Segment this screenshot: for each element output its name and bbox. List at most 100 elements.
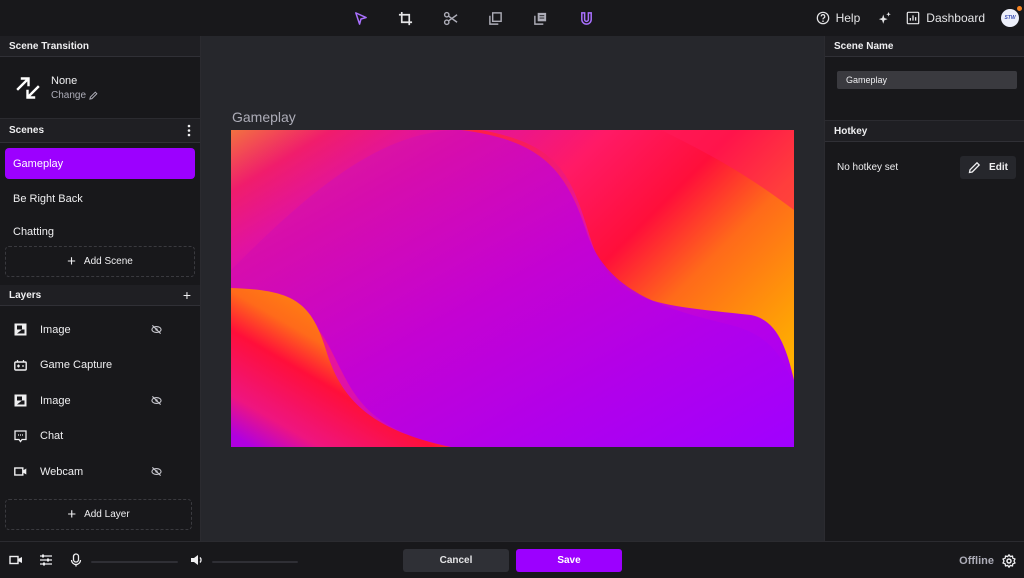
image-icon (14, 394, 27, 407)
add-layer-label: Add Layer (84, 508, 130, 520)
user-avatar[interactable]: STW (1001, 6, 1022, 27)
left-sidebar: Scene Transition None Change Scenes Game… (0, 36, 201, 541)
add-scene-label: Add Scene (83, 256, 133, 267)
transition-name: None (51, 74, 78, 87)
crop-tool-button[interactable] (396, 9, 414, 27)
layer-item-image[interactable]: Image (0, 312, 200, 348)
pencil-icon (968, 161, 981, 173)
scene-item-be-right-back[interactable]: Be Right Back (5, 183, 195, 214)
scene-transition-title: Scene Transition (9, 40, 90, 52)
pencil-icon (89, 90, 98, 100)
scene-transition-header: Scene Transition (0, 36, 200, 57)
help-label: Help (835, 11, 861, 25)
right-properties-panel: Scene Name Hotkey No hotkey set Edit (824, 36, 1024, 541)
cancel-label: Cancel (439, 555, 473, 566)
cursor-icon (354, 11, 367, 25)
duplicate-icon (488, 11, 502, 25)
notification-dot (1017, 6, 1022, 11)
hotkey-header: Hotkey (825, 121, 1024, 142)
help-button[interactable]: Help (816, 11, 861, 25)
gradient-wallpaper-image (231, 130, 794, 447)
bottom-bar: Cancel Save Offline (0, 541, 1024, 578)
transition-arrows-icon (16, 76, 40, 99)
app-window: Help Dashboard STW Scene Transition None… (0, 0, 1024, 578)
edit-hotkey-button[interactable]: Edit (960, 155, 1016, 179)
scene-name-header: Scene Name (825, 36, 1024, 57)
microphone-icon[interactable] (69, 553, 83, 567)
top-toolbar: Help Dashboard STW (0, 0, 1024, 36)
scene-item-gameplay[interactable]: Gameplay (5, 148, 195, 179)
desktop-volume-slider[interactable] (212, 561, 298, 563)
scene-label: Chatting (13, 226, 54, 238)
edit-label: Edit (989, 161, 1008, 173)
layer-list: Image Game Capture Image Chat Webcam + A… (0, 306, 200, 530)
layer-item-webcam[interactable]: Webcam (0, 454, 200, 490)
layers-header: Layers + (0, 285, 200, 306)
scene-transition-panel: None Change (0, 57, 200, 119)
hotkey-title: Hotkey (834, 125, 868, 137)
speaker-icon[interactable] (190, 553, 204, 567)
save-label: Save (557, 555, 581, 566)
add-layer-plus-icon[interactable]: + (183, 287, 191, 303)
layer-item-chat[interactable]: Chat (0, 419, 200, 455)
top-right-actions: Help Dashboard STW (816, 0, 1024, 36)
scissors-icon (443, 11, 457, 25)
crop-icon (398, 11, 412, 25)
mixer-settings-icon[interactable] (39, 553, 53, 567)
eye-off-icon[interactable] (151, 324, 162, 335)
scene-label: Be Right Back (13, 192, 83, 205)
help-icon (816, 11, 829, 25)
paste-icon (533, 12, 546, 25)
settings-gear-icon[interactable] (1002, 554, 1016, 568)
dashboard-label: Dashboard (926, 11, 985, 25)
save-button[interactable]: Save (516, 549, 622, 572)
change-transition-link[interactable]: Change (51, 90, 98, 101)
game-capture-icon (14, 359, 27, 371)
sparkle-icon (879, 11, 892, 24)
canvas-scene-title: Gameplay (232, 109, 296, 125)
scene-list: Gameplay Be Right Back Chatting + Add Sc… (0, 143, 200, 277)
scenes-header: Scenes (0, 119, 200, 143)
scene-item-chatting[interactable]: Chatting (5, 218, 195, 246)
stream-status: Offline (959, 555, 994, 567)
camera-icon[interactable] (9, 553, 23, 567)
eye-off-icon[interactable] (151, 466, 162, 477)
cut-tool-button[interactable] (441, 9, 459, 27)
layer-label: Image (40, 323, 71, 336)
dashboard-icon (906, 11, 920, 25)
layer-label: Image (40, 394, 71, 407)
layer-label: Game Capture (40, 359, 113, 372)
magnet-icon (580, 11, 592, 25)
webcam-icon (14, 467, 27, 476)
avatar-text: STW (1004, 15, 1016, 21)
select-tool-button[interactable] (351, 9, 369, 27)
layer-label: Chat (40, 430, 64, 443)
layers-title: Layers (9, 289, 42, 301)
plus-icon: + (67, 253, 76, 270)
scene-name-section (825, 71, 1024, 121)
layer-label: Webcam (40, 465, 84, 478)
scene-name-title: Scene Name (834, 40, 894, 52)
eye-off-icon[interactable] (151, 395, 162, 406)
layer-item-image[interactable]: Image (0, 383, 200, 419)
hotkey-row: No hotkey set Edit (825, 142, 1024, 192)
snap-tool-button[interactable] (577, 9, 595, 27)
scene-label: Gameplay (13, 157, 64, 170)
chat-icon (14, 430, 27, 443)
more-vertical-icon[interactable] (187, 124, 191, 137)
add-layer-button[interactable]: + Add Layer (5, 498, 192, 530)
layer-item-game-capture[interactable]: Game Capture (0, 348, 200, 384)
duplicate-tool-button[interactable] (486, 9, 504, 27)
add-scene-button[interactable]: + Add Scene (5, 246, 195, 277)
scene-name-input[interactable] (837, 71, 1017, 89)
paste-tool-button[interactable] (531, 9, 549, 27)
microphone-volume-slider[interactable] (91, 561, 178, 563)
plus-icon: + (67, 505, 77, 523)
scene-preview-canvas[interactable] (231, 130, 794, 447)
ai-sparkle-button[interactable] (878, 11, 892, 25)
dashboard-button[interactable]: Dashboard (906, 11, 985, 25)
cancel-button[interactable]: Cancel (403, 549, 509, 572)
hotkey-status: No hotkey set (837, 161, 899, 173)
image-icon (14, 323, 27, 336)
scenes-title: Scenes (9, 125, 45, 136)
